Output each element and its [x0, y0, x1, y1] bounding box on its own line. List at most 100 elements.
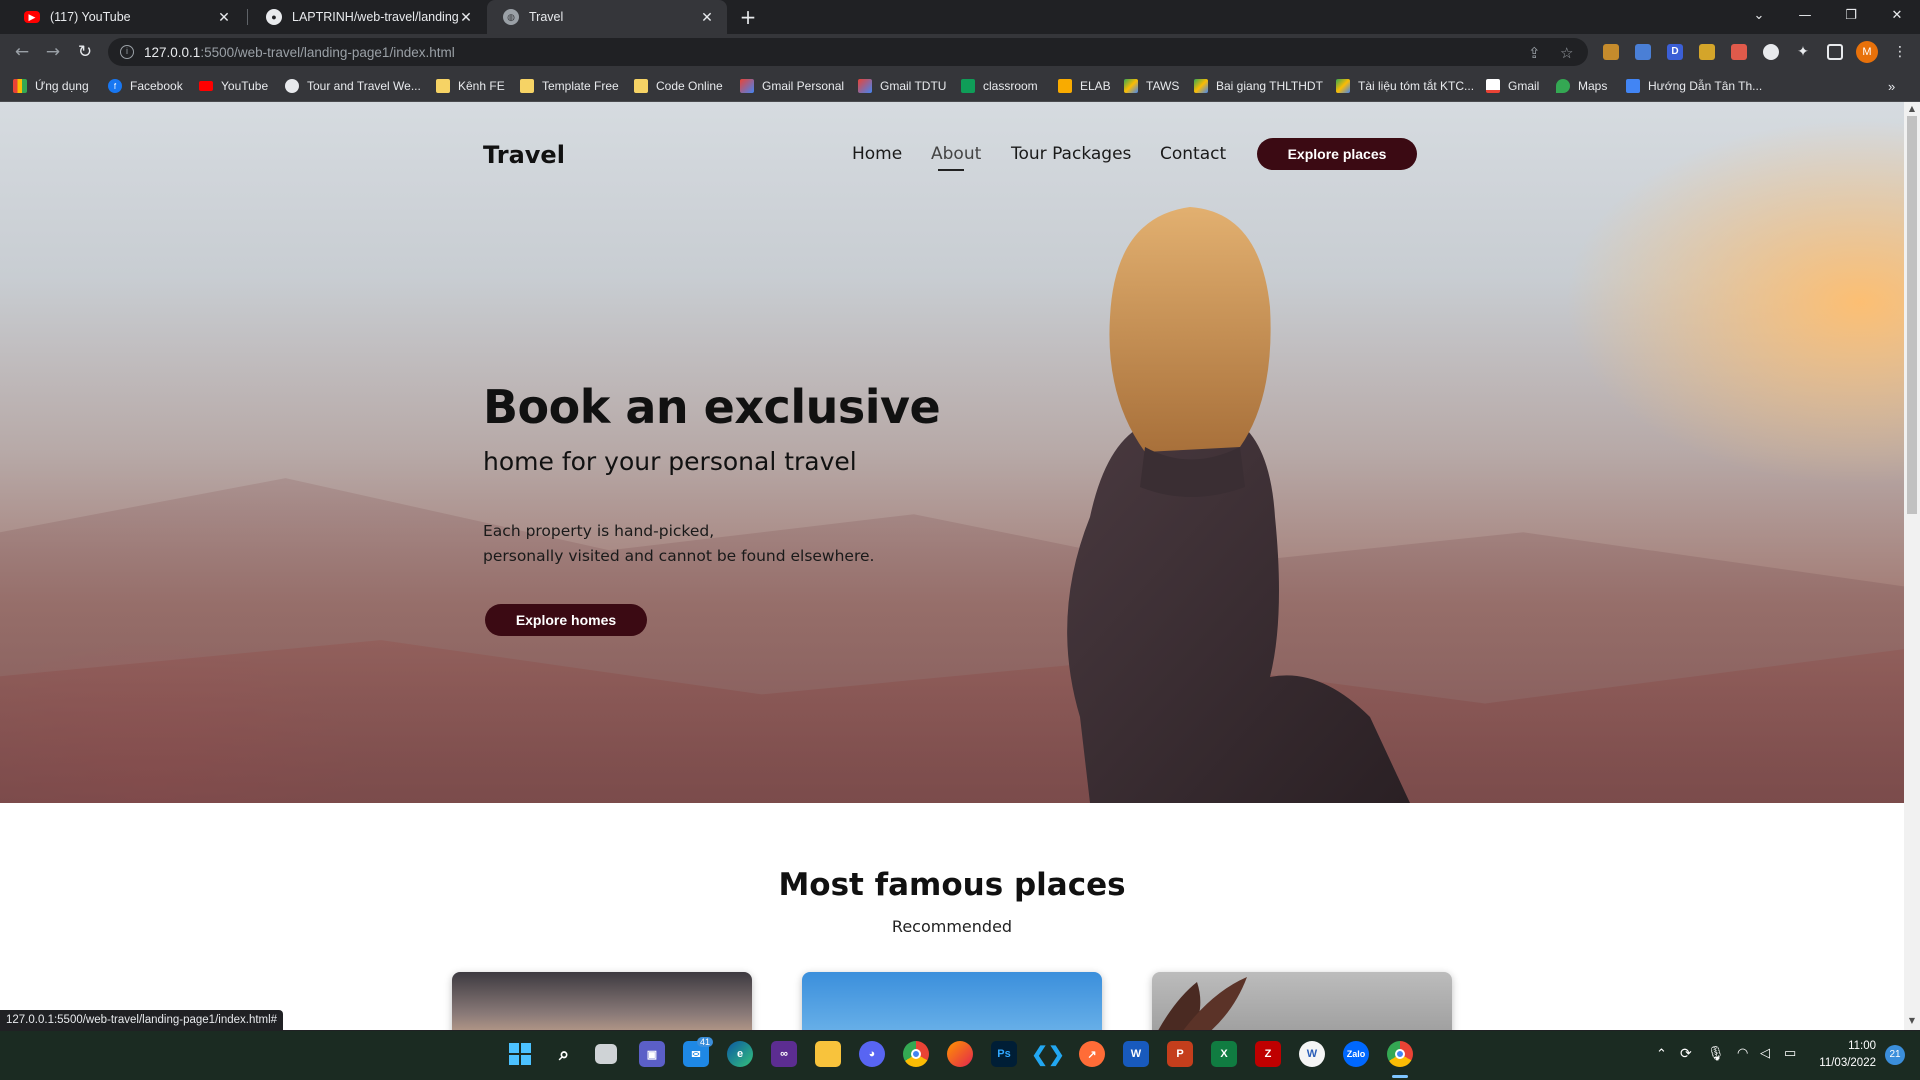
- tab-youtube[interactable]: ▶ (117) YouTube ✕: [8, 0, 244, 34]
- folder-icon: [520, 79, 534, 93]
- teams-icon[interactable]: ▣: [639, 1041, 665, 1067]
- bookmark-item[interactable]: classroom: [961, 77, 1038, 95]
- close-icon[interactable]: ✕: [216, 9, 232, 26]
- bookmark-item[interactable]: Tài liệu tóm tắt KTC...: [1336, 77, 1474, 95]
- bookmark-item[interactable]: Maps: [1556, 77, 1607, 95]
- scrollbar-thumb[interactable]: [1907, 116, 1917, 514]
- page-scrollbar[interactable]: ▲ ▼: [1904, 102, 1920, 1030]
- site-logo[interactable]: Travel: [483, 141, 565, 169]
- tray-overflow-icon[interactable]: ⌃: [1656, 1046, 1667, 1062]
- youtube-icon: ▶: [24, 11, 40, 23]
- youtube-icon: [199, 81, 213, 91]
- share-icon[interactable]: ⇪: [1528, 44, 1541, 62]
- bookmark-item[interactable]: Kênh FE: [436, 77, 505, 95]
- drive-icon: [1336, 79, 1350, 93]
- minimize-button[interactable]: —: [1782, 0, 1828, 30]
- side-panel-icon[interactable]: [1827, 44, 1843, 60]
- nav-about[interactable]: About: [931, 144, 981, 164]
- restore-button[interactable]: ❐: [1828, 0, 1874, 30]
- clock-date[interactable]: 11/03/2022: [1806, 1057, 1876, 1069]
- discord-icon[interactable]: ◕: [859, 1041, 885, 1067]
- explore-places-button[interactable]: Explore places: [1257, 138, 1417, 170]
- volume-icon[interactable]: ◁: [1760, 1045, 1770, 1061]
- filezilla-icon[interactable]: Z: [1255, 1041, 1281, 1067]
- nav-home[interactable]: Home: [852, 144, 902, 164]
- place-card[interactable]: [452, 972, 752, 1030]
- scroll-up-icon[interactable]: ▲: [1904, 104, 1920, 113]
- chrome-icon[interactable]: [903, 1041, 929, 1067]
- close-icon[interactable]: ✕: [458, 9, 474, 26]
- info-icon[interactable]: i: [120, 45, 134, 59]
- extension-icon[interactable]: [1699, 44, 1715, 60]
- nav-contact[interactable]: Contact: [1160, 144, 1226, 164]
- bookmark-item[interactable]: YouTube: [199, 77, 268, 95]
- hero-person-image: [1067, 207, 1410, 803]
- back-button[interactable]: ←: [10, 40, 34, 64]
- vscode-icon[interactable]: ❮❯: [1031, 1041, 1065, 1067]
- visual-studio-icon[interactable]: ∞: [771, 1041, 797, 1067]
- more-bookmarks-icon[interactable]: »: [1888, 77, 1895, 95]
- bookmark-item[interactable]: Bai giang THLTHDT: [1194, 77, 1323, 95]
- wps-icon[interactable]: W: [1299, 1041, 1325, 1067]
- extension-icon[interactable]: [1603, 44, 1619, 60]
- extension-icon[interactable]: [1731, 44, 1747, 60]
- nav-tour-packages[interactable]: Tour Packages: [1011, 144, 1131, 164]
- bookmark-item[interactable]: Gmail Personal: [740, 77, 844, 95]
- place-card[interactable]: [802, 972, 1102, 1030]
- bookmark-item[interactable]: ELAB: [1058, 77, 1111, 95]
- explore-homes-button[interactable]: Explore homes: [485, 604, 647, 636]
- place-card[interactable]: [1152, 972, 1452, 1030]
- notification-badge[interactable]: 21: [1885, 1045, 1905, 1065]
- tab-search-icon[interactable]: ⌄: [1736, 0, 1782, 30]
- extension-icon[interactable]: [1635, 44, 1651, 60]
- new-tab-button[interactable]: +: [736, 5, 760, 29]
- folder-icon: [634, 79, 648, 93]
- tab-github[interactable]: ● LAPTRINH/web-travel/landing-p ✕: [250, 0, 486, 34]
- tab-travel[interactable]: ◍ Travel ✕: [487, 0, 727, 34]
- menu-icon[interactable]: ⋮: [1892, 44, 1908, 60]
- powerpoint-icon[interactable]: P: [1167, 1041, 1193, 1067]
- forward-button[interactable]: →: [41, 40, 65, 64]
- file-explorer-icon[interactable]: [815, 1041, 841, 1067]
- bookmark-item[interactable]: Ứng dụng: [13, 77, 89, 95]
- tab-strip: ▶ (117) YouTube ✕ ● LAPTRINH/web-travel/…: [0, 0, 1920, 34]
- photoshop-icon[interactable]: Ps: [991, 1041, 1017, 1067]
- bookmark-item[interactable]: Hướng Dẫn Tân Th...: [1626, 77, 1762, 95]
- close-icon[interactable]: ✕: [699, 9, 715, 26]
- bookmark-item[interactable]: Code Online: [634, 77, 723, 95]
- bookmark-item[interactable]: Template Free: [520, 77, 619, 95]
- word-icon[interactable]: W: [1123, 1041, 1149, 1067]
- sync-icon[interactable]: ⟳: [1680, 1045, 1692, 1062]
- bookmark-item[interactable]: Gmail: [1486, 77, 1539, 95]
- puzzle-icon[interactable]: ✦: [1795, 44, 1811, 60]
- clock-time[interactable]: 11:00: [1816, 1040, 1876, 1052]
- profile-avatar[interactable]: M: [1856, 41, 1878, 63]
- bookmark-item[interactable]: TAWS: [1124, 77, 1179, 95]
- scroll-down-icon[interactable]: ▼: [1904, 1016, 1920, 1025]
- chart-icon: [1058, 79, 1072, 93]
- extension-icon[interactable]: [1763, 44, 1779, 60]
- nav-active-underline: [938, 169, 964, 171]
- excel-icon[interactable]: X: [1211, 1041, 1237, 1067]
- bookmark-item[interactable]: f Facebook: [108, 77, 183, 95]
- address-bar[interactable]: i 127.0.0.1:5500/web-travel/landing-page…: [108, 38, 1588, 66]
- bookmark-item[interactable]: Gmail TDTU: [858, 77, 946, 95]
- search-icon[interactable]: ⌕: [551, 1041, 577, 1067]
- url-text: 127.0.0.1:5500/web-travel/landing-page1/…: [144, 44, 455, 60]
- task-view-icon[interactable]: [595, 1044, 617, 1064]
- wifi-icon[interactable]: ◠: [1737, 1045, 1748, 1061]
- zalo-icon[interactable]: Zalo: [1343, 1041, 1369, 1067]
- bookmark-item[interactable]: Tour and Travel We...: [285, 77, 421, 95]
- edge-icon[interactable]: e: [727, 1041, 753, 1067]
- bookmark-star-icon[interactable]: ☆: [1560, 44, 1573, 62]
- extension-icon[interactable]: D: [1667, 44, 1683, 60]
- microphone-icon[interactable]: 🎙: [1707, 1045, 1725, 1062]
- battery-icon[interactable]: ▭: [1784, 1045, 1796, 1061]
- postman-icon[interactable]: ↗: [1079, 1041, 1105, 1067]
- close-window-button[interactable]: ✕: [1874, 0, 1920, 30]
- reload-button[interactable]: ↻: [73, 40, 97, 64]
- chrome-profile-icon[interactable]: [1387, 1041, 1413, 1067]
- start-icon[interactable]: [507, 1041, 533, 1067]
- leaf-decoration: [1158, 977, 1247, 1030]
- firefox-icon[interactable]: [947, 1041, 973, 1067]
